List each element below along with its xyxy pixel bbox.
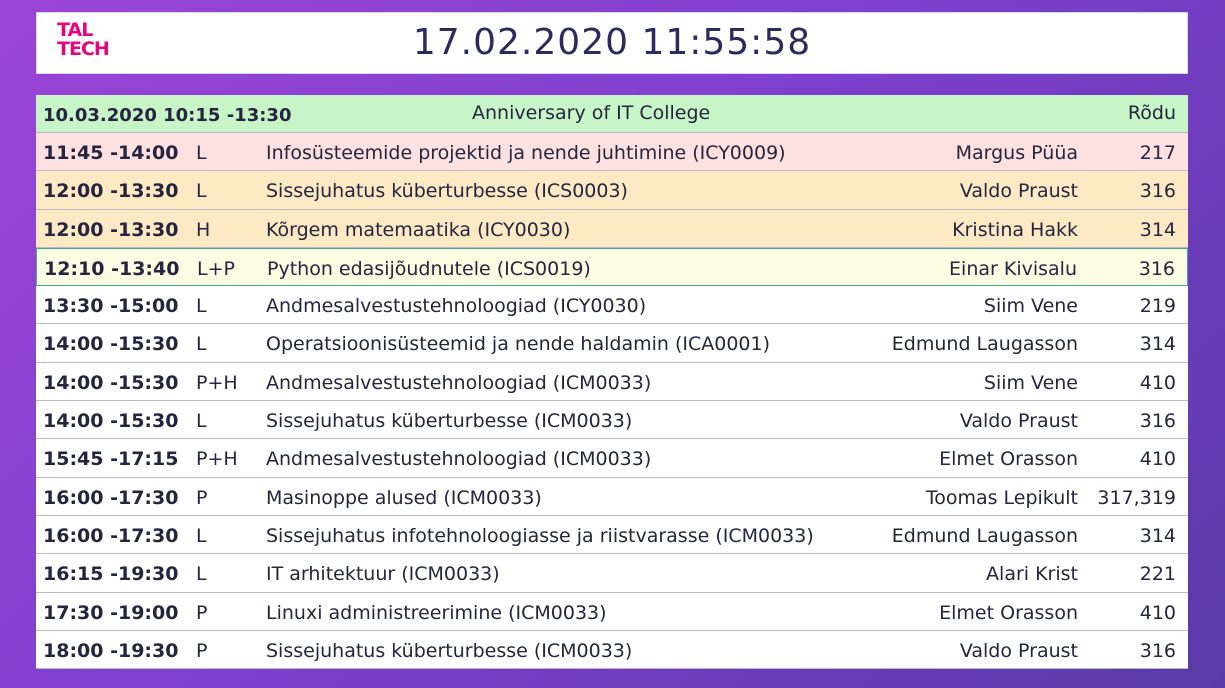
schedule-rows: 11:45 -14:00 L Infosüsteemide projektid ja…: [36, 133, 1188, 670]
schedule-row: 15:45 -17:15 P+H Andmesalvestustehnoloogia…: [36, 439, 1188, 478]
room-number: 317,319: [1097, 486, 1176, 509]
current-datetime: 17.02.2020 11:55:58: [412, 22, 812, 63]
schedule-table: 10.03.2020 10:15 -13:30 Anniversary of I…: [36, 95, 1188, 670]
schedule-row: 16:15 -19:30 L IT arhitektuur (ICM0033) Ala…: [36, 554, 1188, 593]
class-time: 16:15 -19:30: [43, 563, 179, 586]
room-number: 316: [1138, 257, 1175, 280]
lecturer-name: Edmund Laugasson: [891, 333, 1078, 356]
lecturer-name: Alari Krist: [986, 563, 1078, 586]
course-title: Sissejuhatus küberturbesse (ICM0033): [266, 639, 633, 662]
room-number: 217: [1139, 142, 1176, 164]
course-title: Linuxi administreerimine (ICM0033): [266, 601, 607, 624]
course-title: Operatsioonisüsteemid ja nende haldamin …: [266, 333, 771, 356]
class-time: 13:30 -15:00: [43, 295, 179, 318]
schedule-row: 14:00 -15:30 L Sissejuhatus küberturbesse …: [36, 401, 1188, 440]
schedule-row: 11:45 -14:00 L Infosüsteemide projektid ja…: [36, 133, 1188, 172]
lecturer-name: Valdo Praust: [959, 180, 1078, 203]
class-type: P+H: [196, 448, 238, 471]
schedule-row: 14:00 -15:30 L Operatsioonisüsteemid ja ne…: [36, 324, 1188, 363]
header-bar: TAL TECH 17.02.2020 11:55:58: [36, 12, 1188, 74]
course-title: Andmesalvestustehnoloogiad (ICM0033): [266, 448, 652, 471]
class-time: 15:45 -17:15: [43, 448, 179, 471]
class-type: L: [196, 524, 207, 547]
room-number: 316: [1139, 639, 1176, 662]
lecturer-name: Einar Kivisalu: [949, 257, 1077, 280]
course-title: IT arhitektuur (ICM0033): [266, 563, 500, 586]
class-time: 12:10 -13:40: [44, 257, 180, 280]
class-type: L: [196, 410, 207, 433]
course-title: Python edasijõudnutele (ICS0019): [267, 257, 591, 280]
class-type: L: [196, 142, 207, 164]
room-number: 219: [1139, 295, 1176, 318]
class-type: L: [196, 295, 207, 318]
course-title: Kõrgem matemaatika (ICY0030): [266, 218, 571, 241]
course-title: Infosüsteemide projektid ja nende juhtim…: [266, 142, 786, 164]
schedule-row: 18:00 -19:30 P Sissejuhatus küberturbesse …: [36, 631, 1188, 670]
lecturer-name: Elmet Orasson: [939, 448, 1078, 471]
class-type: L+P: [197, 257, 235, 280]
course-title: Andmesalvestustehnoloogiad (ICY0030): [266, 295, 647, 318]
course-title: Sissejuhatus küberturbesse (ICM0033): [266, 410, 633, 433]
lecturer-name: Edmund Laugasson: [891, 524, 1078, 547]
class-time: 14:00 -15:30: [43, 333, 179, 356]
class-type: P: [196, 639, 208, 662]
room-number: 314: [1139, 333, 1176, 356]
room-number: 314: [1139, 218, 1176, 241]
class-type: L: [196, 563, 207, 586]
course-title: Andmesalvestustehnoloogiad (ICM0033): [266, 371, 652, 394]
schedule-row: 12:00 -13:30 H Kõrgem matemaatika (ICY0030…: [36, 209, 1188, 248]
room-number: 410: [1139, 601, 1176, 624]
class-type: L: [196, 333, 207, 356]
lecturer-name: Valdo Praust: [959, 639, 1078, 662]
room-number: 410: [1139, 448, 1176, 471]
schedule-row: 16:00 -17:30 P Masinoppe alused (ICM0033) T…: [36, 478, 1188, 516]
lecturer-name: Kristina Hakk: [952, 218, 1078, 241]
class-time: 14:00 -15:30: [43, 410, 179, 433]
lecturer-name: Siim Vene: [983, 295, 1078, 318]
class-time: 17:30 -19:00: [43, 601, 179, 624]
room-number: 221: [1139, 563, 1176, 586]
event-title: Anniversary of IT College: [472, 102, 711, 124]
lecturer-name: Valdo Praust: [959, 410, 1078, 433]
course-title: Sissejuhatus küberturbesse (ICS0003): [266, 180, 628, 203]
class-time: 14:00 -15:30: [43, 371, 179, 394]
lecturer-name: Toomas Lepikult: [925, 486, 1078, 509]
room-number: 314: [1139, 524, 1176, 547]
class-type: P+H: [196, 371, 238, 394]
class-time: 12:00 -13:30: [43, 218, 179, 241]
room-number: 316: [1139, 180, 1176, 203]
event-datetime: 10.03.2020 10:15 -13:30: [43, 105, 292, 126]
lecturer-name: Elmet Orasson: [939, 601, 1078, 624]
schedule-row: 12:00 -13:30 L Sissejuhatus küberturbesse …: [36, 171, 1188, 210]
class-time: 16:00 -17:30: [43, 524, 179, 547]
lecturer-name: Siim Vene: [983, 371, 1078, 394]
event-room: Rõdu: [1127, 102, 1176, 124]
class-type: L: [196, 180, 207, 203]
class-time: 11:45 -14:00: [43, 142, 179, 164]
schedule-row: 14:00 -15:30 P+H Andmesalvestustehnoloogia…: [36, 363, 1188, 402]
class-time: 12:00 -13:30: [43, 180, 179, 203]
room-number: 410: [1139, 371, 1176, 394]
course-title: Masinoppe alused (ICM0033): [266, 486, 542, 509]
class-type: P: [196, 601, 208, 624]
course-title: Sissejuhatus infotehnoloogiasse ja riist…: [266, 524, 814, 547]
class-time: 18:00 -19:30: [43, 639, 179, 662]
class-type: P: [196, 486, 208, 509]
schedule-row: 12:10 -13:40 L+P Python edasijõudnutele (I…: [36, 247, 1188, 287]
lecturer-name: Margus Püüa: [955, 142, 1078, 164]
schedule-row: 13:30 -15:00 L Andmesalvestustehnoloogiad …: [36, 286, 1188, 325]
room-number: 316: [1139, 410, 1176, 433]
schedule-row: 17:30 -19:00 P Linuxi administreerimine (I…: [36, 593, 1188, 631]
class-type: H: [196, 218, 211, 241]
schedule-row: 16:00 -17:30 L Sissejuhatus infotehnoloogi…: [36, 516, 1188, 555]
class-time: 16:00 -17:30: [43, 486, 179, 509]
event-header-row: 10.03.2020 10:15 -13:30 Anniversary of I…: [36, 95, 1188, 133]
